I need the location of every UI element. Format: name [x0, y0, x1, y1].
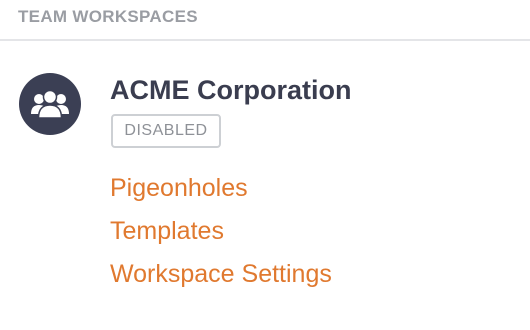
status-badge: DISABLED [111, 114, 221, 148]
workspace-settings-link[interactable]: Workspace Settings [110, 253, 332, 296]
team-users-icon [31, 89, 69, 119]
templates-link[interactable]: Templates [110, 210, 332, 253]
workspace-links: Pigeonholes Templates Workspace Settings [110, 167, 332, 296]
section-divider [0, 39, 530, 41]
workspace-name[interactable]: ACME Corporation [110, 75, 351, 106]
section-title: TEAM WORKSPACES [18, 7, 198, 26]
pigeonholes-link[interactable]: Pigeonholes [110, 167, 332, 210]
workspace-avatar [19, 73, 81, 135]
